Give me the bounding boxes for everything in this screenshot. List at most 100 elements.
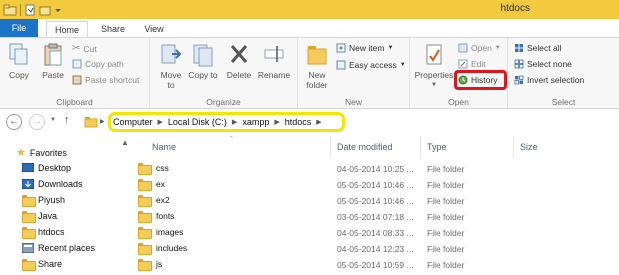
nav-item-favorites[interactable]: ★ Favorites xyxy=(16,146,67,159)
column-divider[interactable] xyxy=(330,136,331,158)
column-divider[interactable] xyxy=(420,136,421,158)
file-row-ex2[interactable]: ex2 05-05-2014 10:46 ... File folder xyxy=(133,193,619,209)
paste-label: Paste xyxy=(42,70,64,80)
nav-item-htdocs[interactable]: htdocs xyxy=(22,227,65,239)
paste-icon xyxy=(44,43,62,66)
column-name[interactable]: Name xyxy=(152,142,176,152)
file-type: File folder xyxy=(427,180,465,190)
move-to-button[interactable]: Move to xyxy=(156,42,186,90)
file-row-fonts[interactable]: fonts 03-05-2014 07:18 ... File folder xyxy=(133,209,619,225)
file-row-includes[interactable]: includes 04-05-2014 12:23 ... File folde… xyxy=(133,241,619,257)
edit-button[interactable]: Edit xyxy=(458,59,486,69)
file-name-cell: images xyxy=(138,227,183,239)
up-button[interactable]: ↑ xyxy=(64,114,70,126)
move-to-label: Move to xyxy=(160,70,182,90)
file-name-cell: ex xyxy=(138,179,165,191)
folder-icon xyxy=(22,211,36,223)
recent-places-icon xyxy=(22,243,34,253)
chevron-right-icon: ▶ xyxy=(100,119,105,125)
file-type: File folder xyxy=(427,196,465,206)
copy-to-icon xyxy=(193,44,213,67)
arrow-left-icon: ← xyxy=(9,116,19,127)
column-size[interactable]: Size xyxy=(520,142,538,152)
file-name: includes xyxy=(156,243,188,253)
new-folder-button[interactable]: New folder xyxy=(302,42,332,90)
nav-item-recent-places[interactable]: Recent places xyxy=(22,243,95,253)
copy-path-icon xyxy=(72,59,82,69)
invert-selection-button[interactable]: Invert selection xyxy=(514,75,584,85)
copy-button[interactable]: Copy xyxy=(6,42,32,80)
file-row-js[interactable]: js 05-05-2014 10:59 ... File folder xyxy=(133,257,619,273)
easy-access-label: Easy access xyxy=(349,60,397,70)
paste-shortcut-button[interactable]: Paste shortcut xyxy=(72,75,139,85)
invert-selection-icon xyxy=(514,75,524,85)
chevron-down-icon: ▼ xyxy=(494,45,501,51)
copy-to-label: Copy to xyxy=(188,70,218,80)
paste-button[interactable]: Paste xyxy=(38,42,68,80)
copy-to-button[interactable]: Copy to xyxy=(188,42,218,80)
move-to-icon xyxy=(161,44,182,64)
file-name-cell: fonts xyxy=(138,211,174,223)
edit-icon xyxy=(458,59,468,69)
rename-icon xyxy=(264,46,284,62)
select-none-button[interactable]: Select none xyxy=(514,59,572,69)
nav-item-java[interactable]: Java xyxy=(22,211,57,223)
file-date: 03-05-2014 07:18 ... xyxy=(337,212,414,222)
desktop-icon xyxy=(22,163,34,172)
tab-home[interactable]: Home xyxy=(46,21,88,38)
open-button[interactable]: Open ▼ xyxy=(458,43,501,53)
edit-label: Edit xyxy=(471,59,486,69)
history-highlight-annotation xyxy=(454,70,507,90)
easy-access-button[interactable]: Easy access ▼ xyxy=(336,60,406,70)
file-row-images[interactable]: images 04-05-2014 08:33 ... File folder xyxy=(133,225,619,241)
delete-button[interactable]: Delete xyxy=(224,42,254,80)
tab-share[interactable]: Share xyxy=(96,21,130,38)
clipboard-group: Copy Paste ✂ Cut Copy path Paste shortcu… xyxy=(0,38,150,109)
column-divider[interactable] xyxy=(513,136,514,158)
recent-locations-chevron-icon[interactable]: ▼ xyxy=(50,117,56,123)
select-all-label: Select all xyxy=(527,43,562,53)
sort-ascending-icon: ^ xyxy=(230,136,233,142)
nav-item-piyush[interactable]: Piyush xyxy=(22,195,66,207)
rename-button[interactable]: Rename xyxy=(256,42,292,80)
easy-access-icon xyxy=(336,60,346,70)
scroll-up-icon[interactable]: ▲ xyxy=(121,138,129,147)
forward-button[interactable]: → xyxy=(29,114,45,130)
copy-label: Copy xyxy=(9,70,29,80)
chevron-down-icon: ▼ xyxy=(387,45,394,51)
file-name-cell: css xyxy=(138,163,169,175)
navigation-pane: ★ Favorites Desktop Downloads Piyush Jav… xyxy=(0,135,120,275)
nav-item-label: Piyush xyxy=(38,195,66,205)
window-title: htdocs xyxy=(500,3,530,14)
nav-item-downloads[interactable]: Downloads xyxy=(22,179,83,189)
copy-icon xyxy=(9,43,28,65)
back-button[interactable]: ← xyxy=(6,114,22,130)
tab-file[interactable]: File xyxy=(0,19,38,38)
file-date: 05-05-2014 10:59 ... xyxy=(337,260,414,270)
new-group-label: New xyxy=(344,97,362,107)
delete-label: Delete xyxy=(226,70,252,80)
arrow-up-icon: ↑ xyxy=(64,114,70,126)
folder-icon xyxy=(138,243,152,255)
new-item-button[interactable]: New item ▼ xyxy=(336,43,393,53)
file-name-cell: js xyxy=(138,259,162,271)
copy-path-button[interactable]: Copy path xyxy=(72,59,124,69)
nav-item-desktop[interactable]: Desktop xyxy=(22,163,71,173)
column-date-modified[interactable]: Date modified xyxy=(337,142,393,152)
copy-path-label: Copy path xyxy=(85,59,124,69)
nav-item-share[interactable]: Share xyxy=(22,259,62,271)
properties-button[interactable]: Properties ▼ xyxy=(412,42,456,90)
folder-icon xyxy=(84,117,98,128)
file-row-css[interactable]: css 04-05-2014 10:25 ... File folder xyxy=(133,161,619,177)
select-all-button[interactable]: Select all xyxy=(514,43,562,53)
select-group: Select all Select none Invert selection … xyxy=(508,38,619,109)
cut-button[interactable]: ✂ Cut xyxy=(72,43,97,54)
folder-icon xyxy=(138,259,152,271)
tab-view[interactable]: View xyxy=(139,21,169,38)
folder-icon xyxy=(22,227,36,239)
ribbon-tabs: File Home Share View xyxy=(0,19,619,38)
file-row-ex[interactable]: ex 05-05-2014 10:46 ... File folder xyxy=(133,177,619,193)
delete-icon xyxy=(230,45,248,63)
file-type: File folder xyxy=(427,164,465,174)
column-type[interactable]: Type xyxy=(427,142,447,152)
